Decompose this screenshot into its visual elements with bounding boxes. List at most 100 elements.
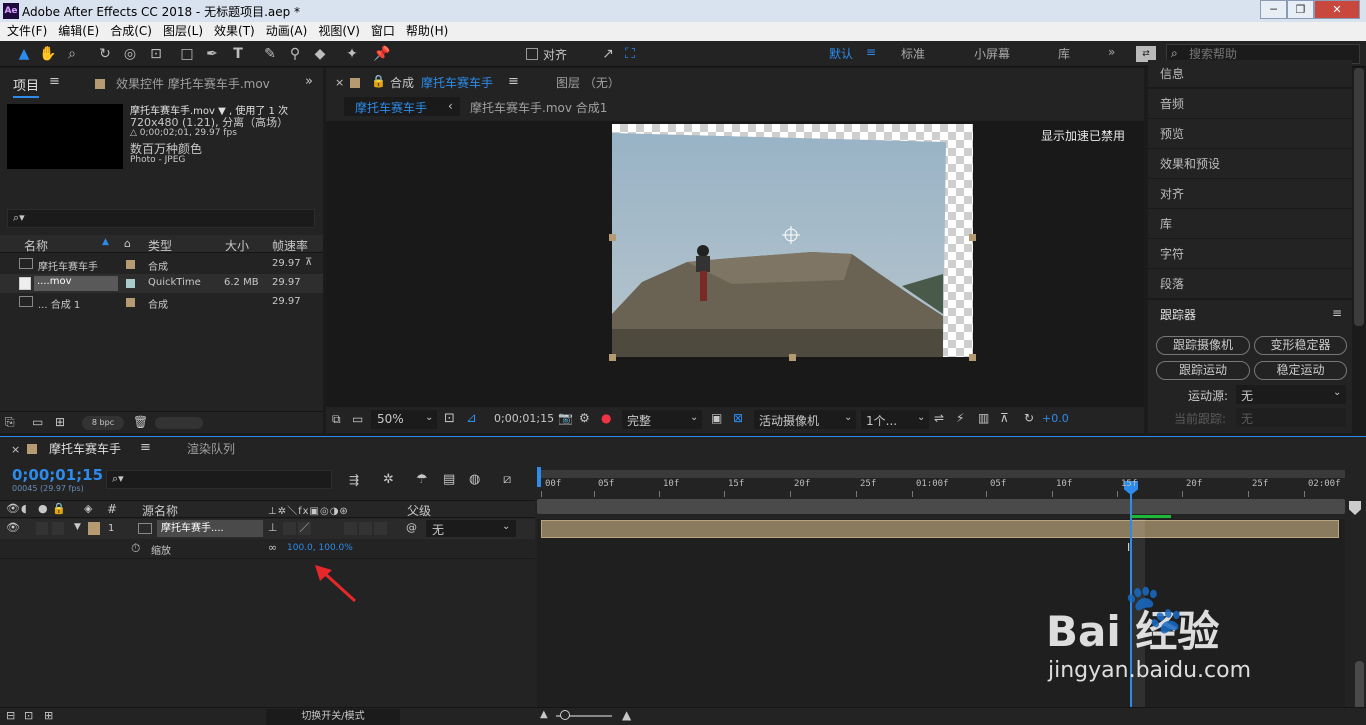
project-row[interactable]: ... 合成 1 合成 29.97	[0, 293, 323, 312]
col-name[interactable]: 名称	[24, 237, 48, 254]
snapshot-icon[interactable]: 📷	[558, 411, 573, 425]
3d-layer-switch[interactable]	[374, 522, 387, 535]
solo-switch[interactable]	[36, 522, 48, 535]
workspace-default[interactable]: 默认	[829, 45, 853, 62]
label-swatch[interactable]	[126, 298, 135, 307]
pick-whip-icon[interactable]: @	[406, 521, 417, 534]
layer-label-color[interactable]	[88, 522, 100, 535]
label-swatch[interactable]	[126, 260, 135, 269]
comp-nav-path[interactable]: 摩托车赛车手.mov 合成1	[470, 99, 607, 116]
zoom-tool-icon[interactable]: ⌕	[62, 44, 82, 64]
zoom-select[interactable]: 50% ⌄	[371, 410, 437, 429]
exposure-value[interactable]: +0.0	[1042, 412, 1069, 425]
menu-edit[interactable]: 编辑(E)	[51, 22, 103, 41]
modes-icon[interactable]: ⊡	[24, 709, 33, 722]
lock-switch[interactable]	[52, 522, 64, 535]
snap-grid-icon[interactable]: ⛶	[620, 44, 640, 64]
col-type[interactable]: 类型	[148, 237, 172, 254]
lock-icon[interactable]: 🔒	[371, 74, 386, 88]
shy-layers-icon[interactable]: ☂	[416, 472, 428, 487]
roto-brush-icon[interactable]: ✦	[342, 44, 362, 64]
brush-tool-icon[interactable]: ✎	[260, 44, 280, 64]
snap-arrow-icon[interactable]: ↗	[598, 44, 618, 64]
frame-blending-icon[interactable]: ▤	[443, 472, 455, 487]
menu-help[interactable]: 帮助(H)	[399, 22, 452, 41]
workspace-standard[interactable]: 标准	[901, 45, 925, 62]
more-workspaces-icon[interactable]: »	[1108, 45, 1115, 59]
right-panel-scrollbar[interactable]	[1354, 68, 1364, 326]
orbit-camera-icon[interactable]: ◎	[120, 44, 140, 64]
work-area-range[interactable]	[537, 499, 1345, 514]
collapse-switch[interactable]	[283, 522, 296, 535]
workspace-library[interactable]: 库	[1058, 45, 1070, 62]
close-button[interactable]: ✕	[1314, 0, 1360, 19]
track-motion-button[interactable]: 跟踪运动	[1156, 361, 1250, 380]
col-parent[interactable]: 父级	[407, 502, 431, 519]
layer-viewer-tab[interactable]: 图层 （无）	[556, 74, 620, 91]
menu-window[interactable]: 窗口	[364, 22, 399, 41]
libraries-panel[interactable]: 库	[1148, 209, 1352, 239]
label-tag-icon[interactable]: ⌂	[124, 237, 131, 250]
scale-value[interactable]: 100.0, 100.0%	[287, 543, 353, 553]
solo-icon[interactable]: ●	[38, 502, 48, 515]
layer-duration-bar[interactable]	[541, 520, 1339, 538]
bit-depth-button[interactable]: 8 bpc	[82, 416, 124, 430]
in-out-icon[interactable]: ⊞	[44, 709, 53, 722]
comp-end-marker[interactable]	[1349, 501, 1361, 515]
pixel-aspect-icon[interactable]: ⇌	[934, 411, 944, 425]
transform-handle[interactable]	[969, 234, 976, 241]
flowchart-icon[interactable]: ⊼	[305, 257, 312, 268]
comp-flowchart-icon[interactable]: ⇶	[349, 473, 359, 487]
menu-composition[interactable]: 合成(C)	[103, 22, 156, 41]
transform-handle[interactable]	[609, 354, 616, 361]
rectangle-tool-icon[interactable]: □	[177, 44, 197, 64]
project-row[interactable]: 摩托车赛车手 合成 29.97 ⊼	[0, 255, 323, 274]
track-area[interactable]	[537, 519, 1345, 725]
toggle-switches-modes[interactable]: 切换开关/模式	[266, 709, 400, 725]
panel-overflow-icon[interactable]: »	[305, 74, 313, 89]
project-search-input[interactable]: ⌕▾	[7, 209, 315, 228]
channel-icon[interactable]: ●	[601, 411, 611, 425]
always-preview-icon[interactable]: ⧉	[332, 412, 341, 427]
rotate-tool-icon[interactable]: ↻	[95, 44, 115, 64]
constrain-proportions-icon[interactable]: ∞	[268, 541, 277, 554]
hand-tool-icon[interactable]: ✋	[38, 44, 58, 64]
effects-presets-panel[interactable]: 效果和预设	[1148, 149, 1352, 179]
workspace-menu-icon[interactable]: ≡	[866, 45, 876, 59]
close-tab-icon[interactable]: ×	[11, 443, 20, 456]
layer-switches-icon[interactable]: ⊟	[6, 709, 15, 722]
show-snapshot-icon[interactable]: ⚙	[579, 411, 590, 425]
panel-menu-icon[interactable]: ≡	[49, 74, 60, 89]
viewer-timecode[interactable]: 0;00;01;15	[494, 412, 554, 425]
timeline-comp-tab[interactable]: 摩托车赛车手	[49, 440, 121, 457]
effect-controls-tab[interactable]: 效果控件 摩托车赛车手.mov	[116, 75, 270, 92]
label-swatch[interactable]	[126, 279, 135, 288]
transform-handle[interactable]	[789, 354, 796, 361]
panel-menu-icon[interactable]: ≡	[508, 74, 519, 89]
col-source-name[interactable]: 源名称	[142, 502, 178, 519]
timeline-search-input[interactable]: ⌕▾	[106, 470, 332, 489]
transform-handle[interactable]	[609, 234, 616, 241]
delete-icon[interactable]: 🗑	[133, 415, 148, 429]
region-of-interest-icon[interactable]: ▣	[711, 411, 722, 425]
timeline-icon[interactable]: ▥	[978, 411, 989, 425]
snap-checkbox[interactable]	[526, 48, 538, 60]
type-tool-icon[interactable]: T	[228, 44, 248, 64]
quality-switch-icon[interactable]: ／	[298, 522, 311, 535]
menu-view[interactable]: 视图(V)	[311, 22, 364, 41]
zoom-in-icon[interactable]: ▲	[622, 708, 631, 722]
eraser-tool-icon[interactable]: ◆	[310, 44, 330, 64]
parent-select[interactable]: 无 ⌄	[426, 520, 516, 537]
flowchart-icon[interactable]: ⊼	[1000, 411, 1009, 425]
views-select[interactable]: 1个... ⌄	[861, 410, 929, 429]
paragraph-panel[interactable]: 段落	[1148, 269, 1352, 299]
label-tag-icon[interactable]: ◈	[84, 502, 92, 515]
render-queue-tab[interactable]: 渲染队列	[187, 440, 235, 457]
audio-panel[interactable]: 音频	[1148, 89, 1352, 119]
fast-preview-icon[interactable]: ⚡	[956, 411, 964, 425]
menu-file[interactable]: 文件(F)	[0, 22, 51, 41]
stopwatch-icon[interactable]: ⏱	[131, 541, 140, 556]
resolution-select[interactable]: 完整 ⌄	[622, 410, 702, 429]
motion-source-select[interactable]: 无 ⌄	[1236, 385, 1346, 404]
zoom-out-icon[interactable]: ▲	[540, 709, 548, 720]
